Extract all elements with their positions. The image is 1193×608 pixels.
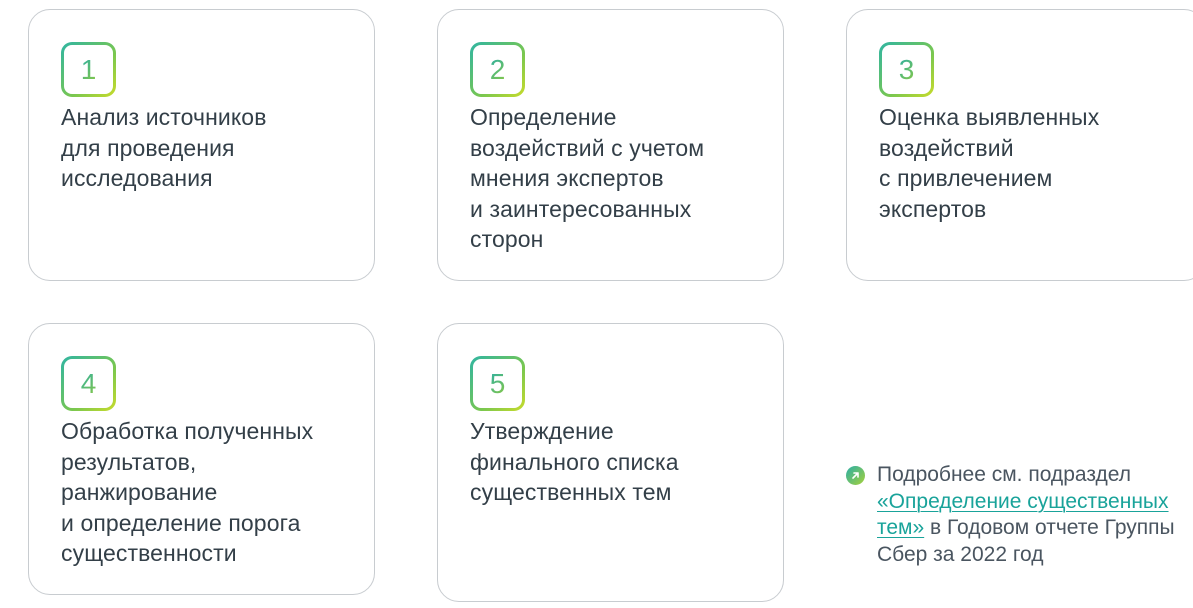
step-number: 2 [489,53,506,85]
reference-note-text: Подробнее см. подраздел «Определение сущ… [877,462,1191,568]
step-title: Оценка выявленных воздействий с привлече… [879,104,1100,222]
step-card-1: 1 Анализ источников для проведения иссле… [28,9,375,281]
arrow-up-right-icon [846,466,865,485]
step-number-badge: 2 [470,42,525,97]
reference-note: Подробнее см. подраздел «Определение сущ… [846,462,1191,568]
step-card-3: 3 Оценка выявленных воздействий с привле… [846,9,1193,281]
step-number: 3 [898,53,915,85]
step-number: 5 [489,367,506,399]
step-number-badge: 4 [61,356,116,411]
step-card-5: 5 Утверждение финального списка существе… [437,323,784,602]
step-number: 1 [80,53,97,85]
step-number-badge: 5 [470,356,525,411]
step-card-2: 2 Определение воздействий с учетом мнени… [437,9,784,281]
reference-note-prefix: Подробнее см. подраздел [877,463,1131,486]
step-title: Определение воздействий с учетом мнения … [470,104,705,253]
step-number-badge: 1 [61,42,116,97]
step-title: Анализ источников для проведения исследо… [61,104,267,192]
step-title: Обработка полученных результатов, ранжир… [61,418,314,567]
step-title: Утверждение финального списка существенн… [470,418,679,506]
step-card-4: 4 Обработка полученных результатов, ранж… [28,323,375,595]
step-number: 4 [80,367,97,399]
step-number-badge: 3 [879,42,934,97]
